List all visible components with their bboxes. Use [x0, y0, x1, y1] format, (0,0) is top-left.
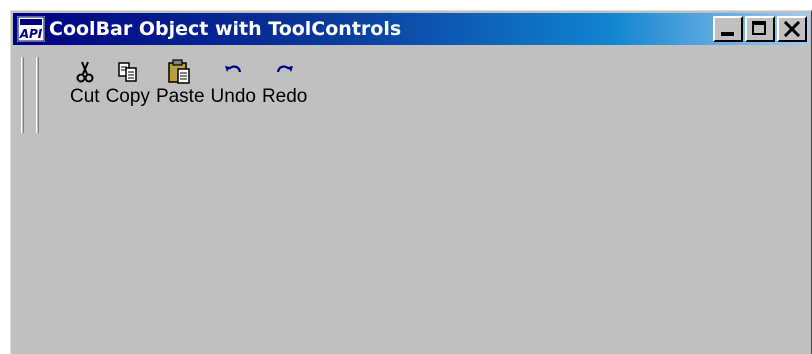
caption-buttons: [713, 16, 807, 42]
undo-label: Undo: [210, 86, 256, 107]
coolbar: Cut Copy Paste Undo Redo: [13, 49, 809, 137]
scissors-icon: [71, 59, 99, 85]
paste-label: Paste: [155, 86, 205, 107]
coolbar-grip-handle[interactable]: [21, 57, 24, 133]
close-icon: [783, 20, 801, 38]
cut-label: Cut: [70, 86, 100, 107]
undo-icon: [219, 59, 247, 85]
maximize-icon: [752, 21, 766, 35]
paste-button[interactable]: Paste: [153, 59, 208, 108]
api-app-icon[interactable]: API: [17, 16, 45, 42]
minimize-button[interactable]: [713, 16, 743, 42]
copy-icon: [114, 59, 142, 85]
copy-button[interactable]: Copy: [103, 59, 153, 108]
paste-icon: [166, 59, 194, 85]
close-button[interactable]: [777, 16, 807, 42]
svg-text:API: API: [19, 27, 43, 41]
minimize-icon: [721, 32, 734, 36]
coolbar-grip-handle[interactable]: [36, 57, 39, 133]
redo-label: Redo: [261, 86, 308, 107]
toolbar: Cut Copy Paste Undo Redo: [67, 59, 310, 108]
maximize-button[interactable]: [745, 16, 775, 42]
title-bar[interactable]: API CoolBar Object with ToolControls: [13, 13, 809, 45]
app-window: API CoolBar Object with ToolControls Cut…: [10, 10, 812, 354]
window-title: CoolBar Object with ToolControls: [49, 18, 402, 40]
redo-icon: [271, 59, 299, 85]
undo-button[interactable]: Undo: [208, 59, 259, 108]
cut-button[interactable]: Cut: [67, 59, 103, 108]
redo-button[interactable]: Redo: [259, 59, 310, 108]
copy-label: Copy: [105, 86, 150, 107]
